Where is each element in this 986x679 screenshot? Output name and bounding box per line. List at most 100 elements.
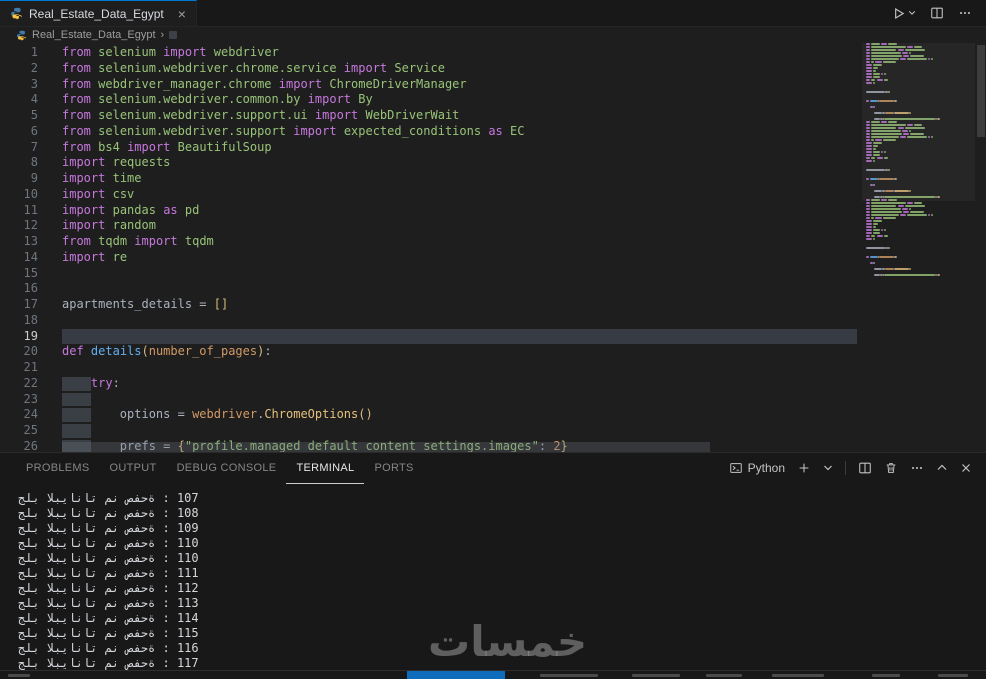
code-line[interactable]: 10 import csv xyxy=(0,187,986,203)
line-number[interactable]: 11 xyxy=(0,203,38,219)
code-text[interactable]: from selenium.webdriver.common.by import… xyxy=(62,92,373,108)
code-text[interactable]: import requests xyxy=(62,155,170,171)
line-number[interactable]: 8 xyxy=(0,155,38,171)
line-number[interactable]: 15 xyxy=(0,266,38,282)
code-line[interactable]: 24 options = webdriver.ChromeOptions() xyxy=(0,407,986,423)
code-text[interactable]: import random xyxy=(62,218,156,234)
code-line[interactable]: 1 from selenium import webdriver xyxy=(0,45,986,61)
kill-terminal-icon[interactable] xyxy=(884,461,898,475)
code-line[interactable]: 8 import requests xyxy=(0,155,986,171)
code-line[interactable]: 3 from webdriver_manager.chrome import Ch… xyxy=(0,77,986,93)
code-text[interactable]: from selenium import webdriver xyxy=(62,45,279,61)
run-python-file-button[interactable] xyxy=(891,6,916,21)
code-text[interactable]: options = webdriver.ChromeOptions() xyxy=(62,407,373,423)
line-number[interactable]: 20 xyxy=(0,344,38,360)
panel-tab-terminal[interactable]: TERMINAL xyxy=(286,453,365,484)
panel-tab-ports[interactable]: PORTS xyxy=(364,453,423,484)
vscode-window: Real_Estate_Data_Egypt × Real_Estate_Dat… xyxy=(0,0,986,679)
code-line[interactable]: 17 apartments_details = [] xyxy=(0,297,986,313)
code-line[interactable]: 6 from selenium.webdriver.support import … xyxy=(0,124,986,140)
minimap-slider[interactable] xyxy=(862,43,975,201)
code-line[interactable]: 5 from selenium.webdriver.support.ui impo… xyxy=(0,108,986,124)
minimap[interactable] xyxy=(862,43,975,452)
code-text[interactable]: def details(number_of_pages): xyxy=(62,344,272,360)
code-line[interactable]: 16 xyxy=(0,281,986,297)
code-line[interactable]: 21 xyxy=(0,360,986,376)
line-number[interactable]: 26 xyxy=(0,439,38,452)
code-text[interactable]: try: xyxy=(62,376,120,392)
line-number[interactable]: 18 xyxy=(0,313,38,329)
line-number[interactable]: 3 xyxy=(0,77,38,93)
panel-tab-debug-console[interactable]: DEBUG CONSOLE xyxy=(167,453,287,484)
breadcrumb[interactable]: Real_Estate_Data_Egypt › xyxy=(0,27,986,43)
code-line[interactable]: 9 import time xyxy=(0,171,986,187)
status-bar-item xyxy=(706,674,742,677)
code-text[interactable]: from selenium.webdriver.chrome.service i… xyxy=(62,61,445,77)
code-line[interactable]: 12 import random xyxy=(0,218,986,234)
line-number[interactable]: 5 xyxy=(0,108,38,124)
line-number[interactable]: 21 xyxy=(0,360,38,376)
code-line[interactable]: 20 def details(number_of_pages): xyxy=(0,344,986,360)
code-text[interactable]: from webdriver_manager.chrome import Chr… xyxy=(62,77,467,93)
line-number[interactable]: 13 xyxy=(0,234,38,250)
scrollbar-thumb[interactable] xyxy=(977,45,985,137)
line-number[interactable]: 16 xyxy=(0,281,38,297)
breadcrumb-item-file[interactable]: Real_Estate_Data_Egypt xyxy=(32,29,156,41)
split-terminal-icon[interactable] xyxy=(858,461,872,475)
panel-tab-output[interactable]: OUTPUT xyxy=(100,453,167,484)
terminal-more-actions-icon[interactable] xyxy=(910,461,924,475)
tab-close-icon[interactable]: × xyxy=(178,6,186,22)
code-line[interactable]: 19 xyxy=(0,328,986,345)
line-number[interactable]: 22 xyxy=(0,376,38,392)
code-text[interactable]: from tqdm import tqdm xyxy=(62,234,214,250)
line-number[interactable]: 7 xyxy=(0,140,38,156)
line-number[interactable]: 4 xyxy=(0,92,38,108)
code-text[interactable]: import re xyxy=(62,250,127,266)
code-line[interactable]: 23 xyxy=(0,392,986,408)
line-number[interactable]: 25 xyxy=(0,423,38,439)
terminal-profile[interactable]: Python xyxy=(729,461,785,475)
code-line[interactable]: 22 try: xyxy=(0,376,986,392)
code-line[interactable]: 7 from bs4 import BeautifulSoup xyxy=(0,140,986,156)
line-number[interactable]: 2 xyxy=(0,61,38,77)
editor[interactable]: 1 from selenium import webdriver 2 from sel… xyxy=(0,43,986,452)
line-number[interactable]: 12 xyxy=(0,218,38,234)
launch-profile-chevron-icon[interactable] xyxy=(823,463,833,473)
maximize-panel-icon[interactable] xyxy=(936,462,948,474)
code-text[interactable]: from bs4 import BeautifulSoup xyxy=(62,140,272,156)
code-text[interactable]: from selenium.webdriver.support import e… xyxy=(62,124,524,140)
new-terminal-icon[interactable] xyxy=(797,461,811,475)
code-line[interactable]: 11 import pandas as pd xyxy=(0,203,986,219)
editor-horizontal-scrollbar[interactable] xyxy=(62,442,710,452)
close-panel-icon[interactable] xyxy=(960,462,972,474)
line-number[interactable]: 6 xyxy=(0,124,38,140)
code-line[interactable]: 15 xyxy=(0,266,986,282)
code-line[interactable]: 18 xyxy=(0,313,986,329)
line-number[interactable]: 17 xyxy=(0,297,38,313)
line-number[interactable]: 10 xyxy=(0,187,38,203)
code-text[interactable]: apartments_details = [] xyxy=(62,297,228,313)
status-bar[interactable] xyxy=(0,670,986,679)
tab-real-estate-data-egypt[interactable]: Real_Estate_Data_Egypt × xyxy=(0,0,197,26)
status-bar-button[interactable] xyxy=(407,671,505,679)
code-line[interactable]: 25 xyxy=(0,423,986,439)
code-text[interactable]: from selenium.webdriver.support.ui impor… xyxy=(62,108,459,124)
line-number[interactable]: 19 xyxy=(0,329,38,345)
code-text[interactable]: import pandas as pd xyxy=(62,203,199,219)
line-number[interactable]: 1 xyxy=(0,45,38,61)
code-text[interactable]: import time xyxy=(62,171,142,187)
line-number[interactable]: 14 xyxy=(0,250,38,266)
code-line[interactable]: 14 import re xyxy=(0,250,986,266)
editor-vertical-scrollbar[interactable] xyxy=(975,43,986,452)
code-line[interactable]: 2 from selenium.webdriver.chrome.service … xyxy=(0,61,986,77)
code-text[interactable]: import csv xyxy=(62,187,134,203)
split-editor-icon[interactable] xyxy=(930,6,944,20)
panel-tab-problems[interactable]: PROBLEMS xyxy=(16,453,100,484)
line-number[interactable]: 23 xyxy=(0,392,38,408)
more-actions-icon[interactable] xyxy=(958,6,972,20)
python-file-icon xyxy=(10,7,23,20)
line-number[interactable]: 24 xyxy=(0,407,38,423)
code-line[interactable]: 4 from selenium.webdriver.common.by impor… xyxy=(0,92,986,108)
code-line[interactable]: 13 from tqdm import tqdm xyxy=(0,234,986,250)
line-number[interactable]: 9 xyxy=(0,171,38,187)
